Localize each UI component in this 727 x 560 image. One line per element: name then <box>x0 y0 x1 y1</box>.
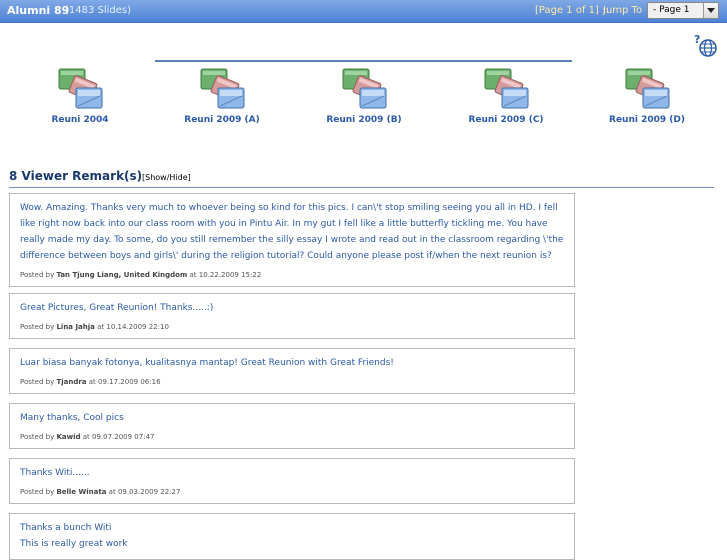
album-label[interactable]: Reuni 2009 (D) <box>587 115 707 125</box>
remark-meta: Posted by Lina Jahja at 10.14.2009 22:10 <box>20 323 565 331</box>
remark-text: Luar biasa banyak fotonya, kualitasnya m… <box>20 358 394 368</box>
posted-by-label: Posted by <box>20 378 55 386</box>
album-divider <box>155 60 572 62</box>
at-label: at <box>88 378 96 386</box>
at-label: at <box>189 271 197 279</box>
remark-date: 09.17.2009 06:16 <box>98 378 161 386</box>
at-label: at <box>82 433 90 441</box>
remark-card: Many thanks, Cool pics Posted by Kawid at… <box>9 403 575 449</box>
remark-author: Tjandra <box>56 378 87 386</box>
remark-author: Tan Tjung Liang, United Kingdom <box>56 271 188 279</box>
show-hide-toggle[interactable]: [Show/Hide] <box>142 173 191 182</box>
remark-author: Kawid <box>56 433 81 441</box>
album-item[interactable]: Reuni 2009 (B) <box>304 66 424 125</box>
remark-author: Lina Jahja <box>56 323 95 331</box>
remark-text: Great Pictures, Great Reunion! Thanks...… <box>20 303 214 313</box>
remark-date: 09.07.2009 07:47 <box>92 433 155 441</box>
remark-card: Great Pictures, Great Reunion! Thanks...… <box>9 293 575 339</box>
posted-by-label: Posted by <box>20 323 55 331</box>
album-folder-icon[interactable] <box>56 66 104 112</box>
help-globe-icon[interactable]: ? <box>693 33 717 57</box>
album-label[interactable]: Reuni 2009 (B) <box>304 115 424 125</box>
album-label[interactable]: Reuni 2009 (A) <box>162 115 282 125</box>
album-folder-icon[interactable] <box>482 66 530 112</box>
remark-text: Thanks a bunch Witi This is really great… <box>20 523 128 549</box>
svg-text:?: ? <box>694 33 700 46</box>
album-folder-icon[interactable] <box>198 66 246 112</box>
remark-meta: Posted by Belle Winata at 09.03.2009 22:… <box>20 488 565 496</box>
remark-text: Many thanks, Cool pics <box>20 413 124 423</box>
slide-count: (1483 Slides) <box>65 5 132 16</box>
posted-by-label: Posted by <box>20 488 55 496</box>
remark-text: Wow. Amazing. Thanks very much to whoeve… <box>20 203 564 261</box>
album-folder-icon[interactable] <box>340 66 388 112</box>
remark-date: 10.22.2009 15:22 <box>198 271 262 279</box>
album-item[interactable]: Reuni 2004 <box>20 66 140 125</box>
album-label[interactable]: Reuni 2004 <box>20 115 140 125</box>
remark-card: Luar biasa banyak fotonya, kualitasnya m… <box>9 348 575 394</box>
header-bar: Alumni 89 (1483 Slides) [Page 1 of 1] ::… <box>0 0 727 23</box>
page-select[interactable]: - Page 1 <box>647 2 719 19</box>
remarks-divider <box>9 187 714 188</box>
remark-meta: Posted by Tjandra at 09.17.2009 06:16 <box>20 378 565 386</box>
posted-by-label: Posted by <box>20 271 55 279</box>
remark-card: Wow. Amazing. Thanks very much to whoeve… <box>9 193 575 287</box>
remarks-heading: 8 Viewer Remark(s) <box>9 169 143 183</box>
remark-text: Thanks Witi...... <box>20 468 90 478</box>
chevron-down-icon[interactable] <box>703 3 718 18</box>
remark-date: 09.03.2009 22:27 <box>117 488 181 496</box>
at-label: at <box>108 488 116 496</box>
remark-meta: Posted by Tan Tjung Liang, United Kingdo… <box>20 271 565 279</box>
album-label[interactable]: Reuni 2009 (C) <box>446 115 566 125</box>
album-folder-icon[interactable] <box>623 66 671 112</box>
page-select-value: - Page 1 <box>653 5 690 15</box>
remark-date: 10.14.2009 22:10 <box>106 323 169 331</box>
album-item[interactable]: Reuni 2009 (C) <box>446 66 566 125</box>
remark-card: Thanks a bunch Witi This is really great… <box>9 513 575 560</box>
remark-author: Belle Winata <box>56 488 107 496</box>
remark-card: Thanks Witi...... Posted by Belle Winata … <box>9 458 575 504</box>
album-item[interactable]: Reuni 2009 (D) <box>587 66 707 125</box>
album-item[interactable]: Reuni 2009 (A) <box>162 66 282 125</box>
page-info: [Page 1 of 1] :: <box>535 5 609 16</box>
at-label: at <box>97 323 105 331</box>
remark-meta: Posted by Kawid at 09.07.2009 07:47 <box>20 433 565 441</box>
jump-to-label: Jump To <box>603 5 643 16</box>
posted-by-label: Posted by <box>20 433 55 441</box>
gallery-title: Alumni 89 <box>7 4 70 17</box>
